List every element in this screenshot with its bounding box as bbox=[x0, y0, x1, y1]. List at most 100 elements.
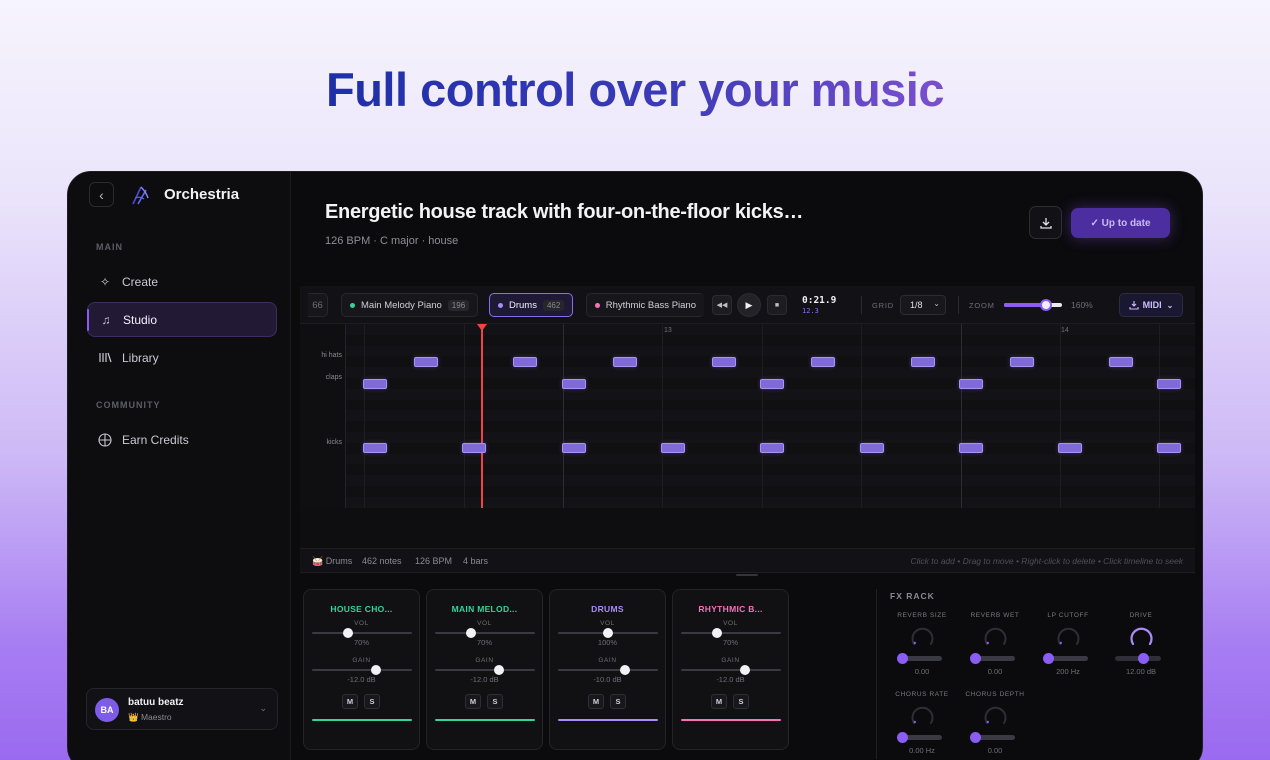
gain-label: GAIN bbox=[598, 657, 617, 664]
volume-slider-handle[interactable] bbox=[343, 628, 353, 638]
volume-slider-handle[interactable] bbox=[466, 628, 476, 638]
download-icon bbox=[1039, 217, 1052, 229]
fx-label: REVERB WET bbox=[970, 612, 1020, 619]
rewind-button[interactable]: ◀◀ bbox=[712, 295, 732, 315]
solo-button[interactable]: S bbox=[487, 694, 503, 709]
grid-lane bbox=[346, 334, 1195, 346]
nav-item-earn-credits[interactable]: Earn Credits bbox=[87, 422, 277, 457]
channel-name: MAIN MELOD... bbox=[451, 604, 518, 614]
rotary-knob-icon[interactable] bbox=[1129, 624, 1154, 649]
nav-item-library[interactable]: Library bbox=[87, 340, 277, 375]
midi-note[interactable] bbox=[1157, 378, 1182, 389]
track-title: Energetic house track with four-on-the-f… bbox=[325, 201, 804, 223]
tab-main-melody-piano[interactable]: Main Melody Piano 196 bbox=[341, 293, 479, 317]
status-hint: Click to add • Drag to move • Right-clic… bbox=[910, 556, 1183, 566]
solo-button[interactable]: S bbox=[364, 694, 380, 709]
midi-note[interactable] bbox=[958, 443, 983, 454]
fx-slider-handle[interactable] bbox=[897, 732, 908, 743]
zoom-slider[interactable] bbox=[1004, 299, 1062, 311]
globe-icon bbox=[97, 432, 113, 448]
fx-slider-handle[interactable] bbox=[970, 653, 981, 664]
grid-select[interactable]: 1/8 ⌄ bbox=[900, 295, 946, 315]
mute-button[interactable]: M bbox=[465, 694, 481, 709]
resize-handle[interactable] bbox=[736, 574, 758, 576]
fx-slider-handle[interactable] bbox=[970, 732, 981, 743]
gain-slider[interactable] bbox=[312, 665, 412, 675]
mute-button[interactable]: M bbox=[342, 694, 358, 709]
midi-note[interactable] bbox=[513, 356, 538, 367]
solo-button[interactable]: S bbox=[610, 694, 626, 709]
midi-export-button[interactable]: MIDI ⌄ bbox=[1119, 293, 1183, 317]
fx-slider[interactable] bbox=[1043, 653, 1088, 664]
midi-note[interactable] bbox=[1009, 356, 1034, 367]
midi-note[interactable] bbox=[859, 443, 884, 454]
rotary-knob-icon[interactable] bbox=[1056, 624, 1081, 649]
user-card[interactable]: BA batuu beatz 👑 Maestro ⌄ bbox=[86, 688, 278, 730]
nav-item-create[interactable]: ✧ Create bbox=[87, 264, 277, 299]
stop-button[interactable]: ■ bbox=[767, 295, 787, 315]
midi-note[interactable] bbox=[414, 356, 438, 367]
gain-slider-handle[interactable] bbox=[371, 665, 381, 675]
tab-partial[interactable]: 66 bbox=[308, 293, 328, 317]
fx-slider-handle[interactable] bbox=[897, 653, 908, 664]
main-content: Energetic house track with four-on-the-f… bbox=[291, 172, 1202, 760]
playhead-marker-icon[interactable] bbox=[477, 324, 487, 331]
note-grid[interactable]: hi hats claps kicks 13 14 bbox=[300, 324, 1195, 508]
midi-note[interactable] bbox=[1157, 443, 1182, 454]
fx-slider-handle[interactable] bbox=[1043, 653, 1054, 664]
tab-drums[interactable]: Drums 462 bbox=[489, 293, 574, 317]
volume-slider-handle[interactable] bbox=[712, 628, 722, 638]
app-window: ‹ Orchestria MAIN ✧ Create ♫ Studio Libr… bbox=[67, 171, 1203, 760]
fx-slider[interactable] bbox=[897, 732, 942, 743]
solo-button[interactable]: S bbox=[733, 694, 749, 709]
zoom-slider-handle[interactable] bbox=[1039, 299, 1052, 311]
midi-note[interactable] bbox=[462, 443, 487, 454]
beat-line bbox=[761, 324, 763, 508]
gain-slider-handle[interactable] bbox=[620, 665, 630, 675]
midi-note[interactable] bbox=[561, 378, 586, 389]
gain-slider-handle[interactable] bbox=[494, 665, 504, 675]
back-button[interactable]: ‹ bbox=[89, 182, 114, 207]
midi-note[interactable] bbox=[711, 356, 736, 367]
download-button[interactable] bbox=[1029, 206, 1062, 239]
tab-rhythmic-bass-piano[interactable]: Rhythmic Bass Piano bbox=[586, 293, 704, 317]
midi-note[interactable] bbox=[910, 356, 935, 367]
midi-note[interactable] bbox=[363, 378, 387, 389]
fx-slider[interactable] bbox=[970, 732, 1015, 743]
up-to-date-button[interactable]: ✓ Up to date bbox=[1071, 208, 1170, 238]
volume-slider[interactable] bbox=[435, 628, 535, 638]
midi-note[interactable] bbox=[363, 443, 387, 454]
gain-slider[interactable] bbox=[435, 665, 535, 675]
play-button[interactable]: ▶ bbox=[737, 293, 761, 317]
midi-note[interactable] bbox=[811, 356, 836, 367]
gain-value: -12.0 dB bbox=[470, 675, 499, 684]
midi-note[interactable] bbox=[660, 443, 685, 454]
rotary-knob-icon[interactable] bbox=[910, 703, 935, 728]
gain-slider[interactable] bbox=[681, 665, 781, 675]
rotary-knob-icon[interactable] bbox=[910, 624, 935, 649]
gain-slider-handle[interactable] bbox=[740, 665, 750, 675]
fx-slider[interactable] bbox=[897, 653, 942, 664]
volume-slider-handle[interactable] bbox=[603, 628, 613, 638]
midi-note[interactable] bbox=[958, 378, 983, 389]
playhead[interactable] bbox=[481, 324, 483, 508]
volume-slider[interactable] bbox=[681, 628, 781, 638]
gain-slider[interactable] bbox=[558, 665, 658, 675]
nav-item-studio[interactable]: ♫ Studio bbox=[87, 302, 277, 337]
rotary-knob-icon[interactable] bbox=[983, 703, 1008, 728]
mute-button[interactable]: M bbox=[588, 694, 604, 709]
fx-slider-handle[interactable] bbox=[1137, 653, 1149, 664]
midi-note[interactable] bbox=[1109, 356, 1134, 367]
rotary-knob-icon[interactable] bbox=[983, 624, 1008, 649]
mute-button[interactable]: M bbox=[711, 694, 727, 709]
midi-note[interactable] bbox=[561, 443, 586, 454]
midi-note[interactable] bbox=[760, 443, 785, 454]
midi-note[interactable] bbox=[1058, 443, 1083, 454]
fx-slider[interactable] bbox=[970, 653, 1015, 664]
fx-slider[interactable] bbox=[1115, 653, 1161, 664]
volume-slider[interactable] bbox=[312, 628, 412, 638]
midi-note[interactable] bbox=[760, 378, 785, 389]
play-icon: ▶ bbox=[745, 299, 753, 310]
midi-note[interactable] bbox=[612, 356, 637, 367]
volume-slider[interactable] bbox=[558, 628, 658, 638]
